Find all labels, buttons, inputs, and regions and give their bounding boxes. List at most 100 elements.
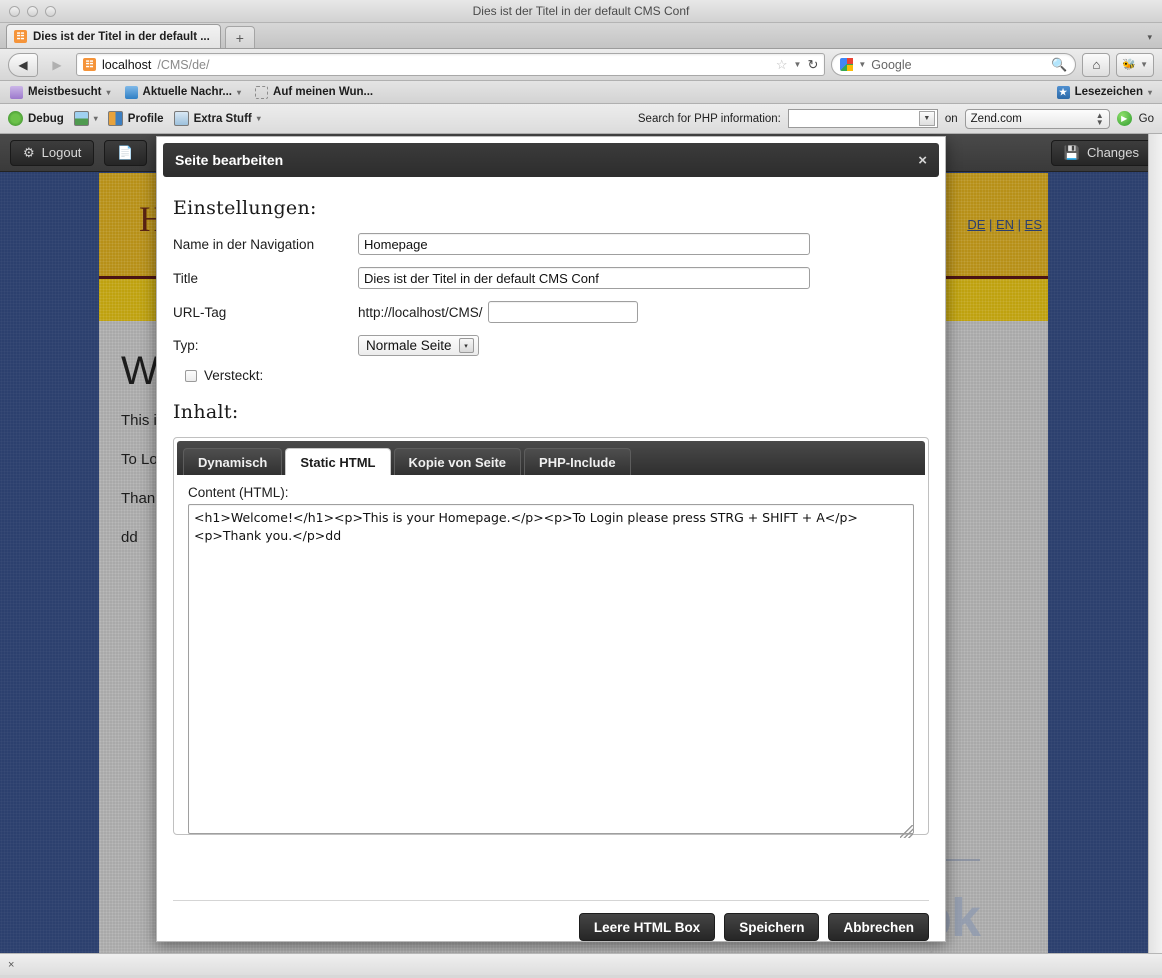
tab-static-html[interactable]: Static HTML (285, 448, 391, 475)
title-input[interactable] (358, 267, 810, 289)
lang-link-de[interactable]: DE (967, 217, 985, 232)
nav-name-label: Name in der Navigation (173, 236, 315, 252)
cancel-button[interactable]: Abbrechen (828, 913, 929, 941)
hidden-checkbox[interactable] (185, 369, 197, 382)
page-icon: 📄 (117, 144, 134, 160)
php-search-input[interactable]: ▼ (787, 109, 938, 128)
go-icon[interactable]: ▶ (1116, 111, 1132, 126)
trash-icon: ⚙ (23, 144, 35, 160)
google-icon[interactable] (840, 58, 854, 71)
search-icon[interactable]: 🔍 (1051, 57, 1067, 73)
browser-statusbar: × (0, 953, 1162, 975)
page-menu-button[interactable]: 📄 (104, 139, 147, 166)
logout-button[interactable]: ⚙ Logout (10, 139, 95, 166)
chevron-down-icon[interactable]: ▼ (918, 111, 935, 126)
back-button[interactable]: ◀ (8, 52, 38, 77)
home-button[interactable]: ⌂ (1082, 52, 1111, 77)
zend-profile-button[interactable]: Profile (107, 111, 164, 126)
search-input[interactable]: Google (871, 58, 911, 72)
chevron-down-icon[interactable]: ▼ (1140, 60, 1148, 69)
statusbar-close-icon[interactable]: × (8, 959, 14, 971)
zend-extra-stuff-label: Extra Stuff (193, 112, 252, 125)
dashed-placeholder-icon (255, 85, 269, 99)
rss-icon (124, 85, 138, 99)
chevron-down-icon[interactable]: ▾ (94, 114, 98, 123)
dialog-title: Seite bearbeiten (175, 152, 284, 168)
dialog-body: Einstellungen: Name in der Navigation Ti… (157, 177, 945, 890)
window-title: Dies ist der Titel in der default CMS Co… (472, 4, 690, 18)
chevron-down-icon[interactable]: ▾ (237, 88, 241, 97)
page-viewport: ⚙ Logout 📄 💾 Changes Homepage DE | EN | … (0, 134, 1162, 953)
browser-window: Dies ist der Titel in der default CMS Co… (0, 0, 1162, 978)
settings-heading: Einstellungen: (173, 197, 317, 219)
urltag-input[interactable] (487, 301, 638, 323)
new-tab-button[interactable]: + (224, 26, 255, 48)
address-bar[interactable]: ☷ localhost /CMS/de/ ☆ ▼ ↻ (76, 53, 826, 76)
close-icon[interactable]: × (918, 152, 927, 169)
zend-debug-button[interactable]: Debug (8, 111, 64, 126)
nav-name-input[interactable] (358, 233, 810, 255)
bookmarks-menu-button[interactable]: ★ Lesezeichen ▾ (1056, 85, 1152, 99)
bookmark-item-meistbesucht[interactable]: Meistbesucht ▾ (10, 85, 111, 99)
save-button[interactable]: Speichern (724, 913, 820, 941)
php-search-site-value: Zend.com (970, 112, 1022, 125)
zend-debug-toolbar: Debug ▾ Profile Extra Stuff ▾ Search for… (0, 104, 1162, 134)
typ-label: Typ: (173, 338, 199, 353)
address-favicon: ☷ (83, 58, 96, 71)
bug-icon (8, 111, 23, 126)
window-titlebar: Dies ist der Titel in der default CMS Co… (0, 0, 1162, 23)
content-html-textarea[interactable] (188, 504, 914, 834)
extensions-button[interactable]: 🐝 ▼ (1116, 52, 1154, 77)
bookmark-label: Meistbesucht (28, 86, 102, 98)
browser-tab-label: Dies ist der Titel in der default ... (33, 30, 210, 43)
typ-select[interactable]: Normale Seite ▾ (358, 335, 479, 356)
title-label: Title (173, 270, 199, 286)
chevron-down-icon[interactable]: ▾ (257, 114, 261, 123)
dialog-resize-grip[interactable]: ◢ (923, 947, 937, 953)
bookmark-item-auf-meinen-wunsch[interactable]: Auf meinen Wun... (255, 85, 373, 99)
url-host: localhost (102, 57, 152, 72)
forward-button[interactable]: ▶ (44, 53, 70, 77)
save-icon: 💾 (1063, 144, 1080, 160)
extra-stuff-icon (173, 111, 189, 126)
url-path: /CMS/de/ (157, 57, 210, 72)
urltag-prefix: http://localhost/CMS/ (358, 304, 483, 320)
bookmark-item-aktuelle-nachrichten[interactable]: Aktuelle Nachr... ▾ (124, 85, 241, 99)
language-switcher: DE | EN | ES (967, 217, 1042, 232)
chevron-down-icon[interactable]: ▾ (458, 338, 474, 353)
stepper-arrows-icon: ▲ ▼ (1095, 110, 1104, 127)
lang-link-en[interactable]: EN (996, 217, 1014, 232)
bookmark-star-icon[interactable]: ☆ (776, 57, 788, 73)
typ-select-value: Normale Seite (366, 338, 452, 353)
dialog-footer: Leere HTML Box Speichern Abbrechen ◢ (173, 900, 932, 953)
hidden-label: Versteckt: (204, 368, 264, 383)
folder-star-icon (10, 85, 23, 99)
php-search-on-label: on (944, 112, 958, 125)
browser-tab-active[interactable]: ☷ Dies ist der Titel in der default ... (6, 24, 221, 48)
navigation-toolbar: ◀ ▶ ☷ localhost /CMS/de/ ☆ ▼ ↻ ▼ Google … (0, 49, 1162, 81)
php-search-site-select[interactable]: Zend.com ▲ ▼ (964, 108, 1110, 129)
reload-icon[interactable]: ↻ (807, 57, 818, 73)
textarea-resize-grip[interactable] (900, 825, 913, 838)
chevron-down-icon[interactable]: ▾ (1148, 88, 1152, 97)
zend-image-button[interactable]: ▾ (73, 111, 98, 126)
firebug-icon: 🐝 (1122, 59, 1137, 71)
star-icon: ★ (1056, 85, 1070, 99)
php-search-group: Search for PHP information: ▼ on Zend.co… (638, 108, 1154, 129)
chevron-down-icon[interactable]: ▾ (107, 88, 111, 97)
php-search-go-label[interactable]: Go (1139, 113, 1154, 125)
tab-kopie-von-seite[interactable]: Kopie von Seite (393, 448, 522, 475)
search-bar[interactable]: ▼ Google 🔍 (831, 53, 1077, 76)
zend-extra-stuff-button[interactable]: Extra Stuff ▾ (173, 111, 261, 126)
changes-button[interactable]: 💾 Changes (1050, 139, 1152, 166)
lang-link-es[interactable]: ES (1025, 217, 1042, 232)
page-scrollbar[interactable] (1148, 134, 1162, 953)
tab-php-include[interactable]: PHP-Include (524, 448, 631, 475)
lang-separator: | (985, 217, 996, 232)
tab-dynamisch[interactable]: Dynamisch (183, 448, 283, 475)
changes-label: Changes (1086, 145, 1139, 160)
search-engine-caret-icon[interactable]: ▼ (858, 60, 866, 69)
chevron-down-icon[interactable]: ▼ (794, 60, 802, 69)
tab-list-caret-icon[interactable]: ▾ (1147, 32, 1152, 43)
empty-html-box-button[interactable]: Leere HTML Box (578, 913, 716, 941)
